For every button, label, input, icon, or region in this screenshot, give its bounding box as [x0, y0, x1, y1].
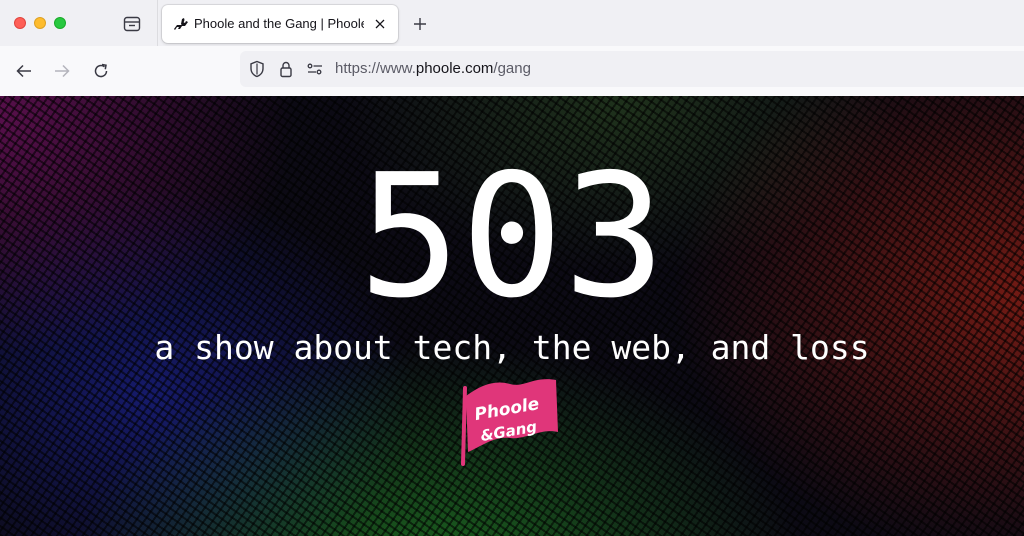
phoole-gang-logo[interactable]: Phoole &Gang: [460, 374, 564, 468]
tab-active[interactable]: Phoole and the Gang | Phoole: [162, 5, 398, 43]
tab-strip: Phoole and the Gang | Phoole: [0, 0, 1024, 46]
permissions-icon: [307, 63, 322, 75]
horse-rider-icon: [174, 18, 188, 30]
tab-separator: [157, 0, 158, 46]
url-text[interactable]: https://www.phoole.com/gang: [335, 60, 531, 77]
tab-close-button[interactable]: [370, 14, 390, 34]
error-code: 503: [358, 138, 666, 336]
back-button[interactable]: [11, 58, 37, 84]
new-tab-button[interactable]: [408, 12, 432, 36]
tab-title: Phoole and the Gang | Phoole: [194, 16, 364, 31]
url-bar[interactable]: https://www.phoole.com/gang: [240, 51, 1024, 87]
url-path: /gang: [493, 60, 531, 77]
arrow-left-icon: [16, 64, 31, 78]
tagline: a show about tech, the web, and loss: [154, 328, 870, 367]
reload-icon: [94, 63, 108, 78]
tab-list-button[interactable]: [118, 10, 146, 38]
window-close-button[interactable]: [14, 17, 26, 29]
lock-icon: [280, 61, 292, 78]
permissions-button[interactable]: [306, 60, 324, 78]
plus-icon: [414, 18, 426, 30]
shield-icon: [250, 60, 264, 78]
url-host: phoole.com: [415, 60, 494, 77]
arrow-right-icon: [55, 64, 70, 78]
close-icon: [375, 19, 385, 29]
page-viewport: 503 a show about tech, the web, and loss…: [0, 96, 1024, 536]
reload-button[interactable]: [88, 58, 114, 84]
tracking-protection-button[interactable]: [248, 60, 266, 78]
forward-button[interactable]: [49, 58, 75, 84]
site-security-button[interactable]: [277, 60, 295, 78]
url-scheme: https://www.: [335, 60, 416, 77]
navigation-bar: https://www.phoole.com/gang: [0, 46, 1024, 96]
tab-list-icon: [123, 16, 141, 32]
window-minimize-button[interactable]: [34, 17, 46, 29]
window-zoom-button[interactable]: [54, 17, 66, 29]
